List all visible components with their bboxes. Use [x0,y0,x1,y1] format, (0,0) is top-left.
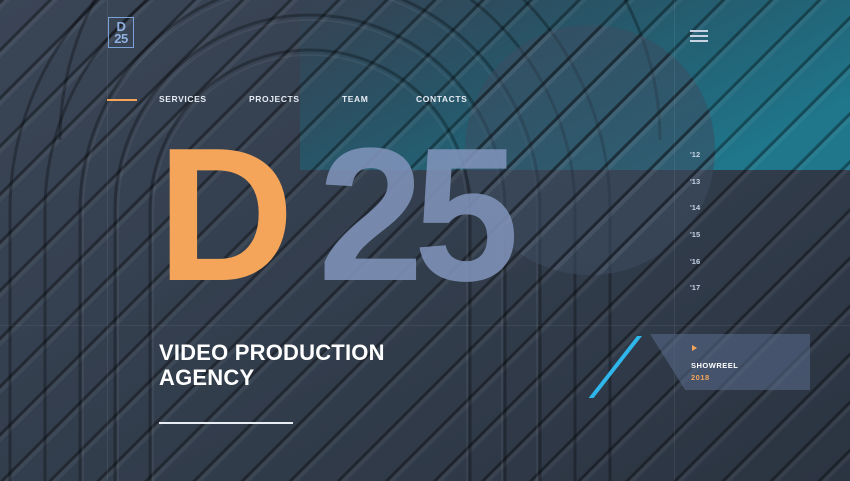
year-item[interactable]: '15 [690,230,700,257]
year-item[interactable]: '17 [690,283,700,310]
year-item[interactable]: '12 [690,150,700,177]
nav-active-indicator [107,99,137,101]
nav-item-services[interactable]: SERVICES [159,94,207,104]
year-item[interactable]: '16 [690,257,700,284]
headline-underline [159,422,293,424]
hamburger-menu-icon[interactable] [690,30,708,42]
guide-line-horizontal [0,325,850,326]
guide-line-left [107,0,108,481]
logo-bottom-text: 25 [114,30,128,46]
year-item[interactable]: '13 [690,177,700,204]
year-list: '12 '13 '14 '15 '16 '17 [690,150,700,310]
nav-item-team[interactable]: TEAM [342,94,368,104]
showreel-label: SHOWREEL [691,361,739,370]
nav-item-contacts[interactable]: CONTACTS [416,94,467,104]
hero-big-letter: D [157,109,294,321]
headline-line-1: VIDEO PRODUCTION [159,340,385,365]
headline-line-2: AGENCY [159,365,255,390]
guide-line-right [674,0,675,481]
showreel-year: 2018 [691,373,710,382]
nav-item-projects[interactable]: PROJECTS [249,94,300,104]
year-item[interactable]: '14 [690,203,700,230]
brand-logo[interactable]: D 25 [108,17,134,48]
hero-headline: VIDEO PRODUCTION AGENCY [159,340,385,390]
hero-big-number: 25 [318,109,519,321]
play-icon[interactable] [692,345,697,351]
